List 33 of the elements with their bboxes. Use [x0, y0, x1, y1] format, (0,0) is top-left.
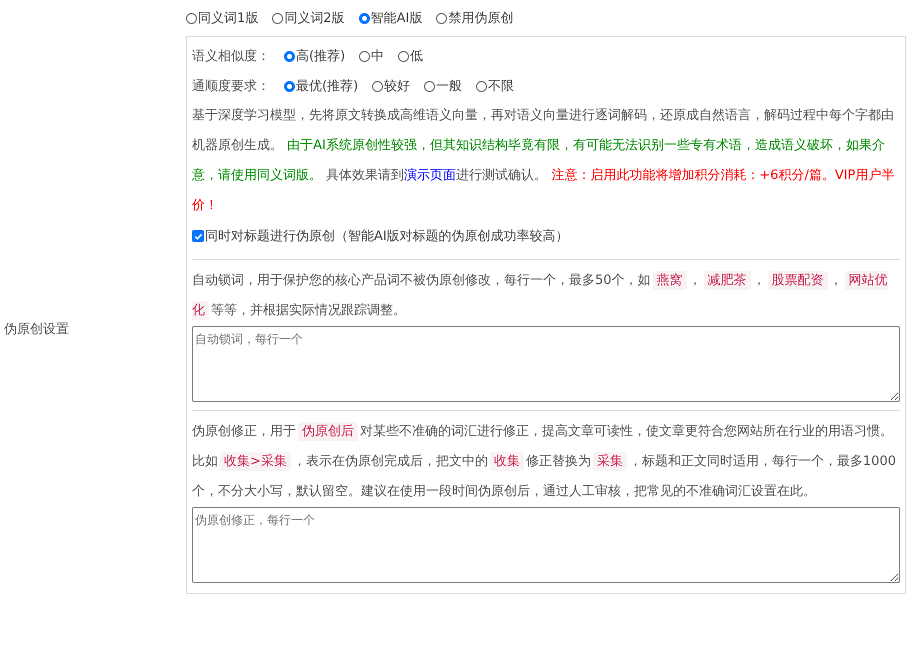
radio-icon[interactable] [284, 80, 295, 92]
radio-icon[interactable] [436, 12, 448, 24]
radio-option[interactable]: 高(推荐) [284, 47, 346, 65]
mode-option[interactable]: 禁用伪原创 [436, 9, 514, 27]
demo-page-link[interactable]: 演示页面 [404, 168, 456, 183]
settings-label: 伪原创设置 [4, 321, 69, 338]
fluency-label: 通顺度要求： [192, 78, 270, 95]
radio-icon[interactable] [476, 80, 488, 92]
lock-words-field[interactable]: 自动锁词，每行一个 [192, 326, 900, 402]
checkbox-icon[interactable] [192, 230, 204, 242]
radio-option[interactable]: 最优(推荐) [284, 77, 358, 95]
radio-option[interactable]: 低 [398, 47, 424, 65]
ai-description: 基于深度学习模型，先将原文转换成高维语义向量，再对语义向量进行逐词解码，还原成自然语言，解码过程中每个字都由机器原创生成。 由于AI系统原创性较强，但其知识结构毕竟有限，有可能无法识别一些专有术语，造成语义破坏，如果介意，请使用同义词版。 具体效果请到演示页面进行测试确认。 注意：启用此功能将增加积分消耗：+6积分/篇。VIP用户半价！ [192, 107, 896, 215]
radio-option[interactable]: 不限 [476, 77, 514, 95]
radio-icon[interactable] [186, 12, 197, 24]
radio-icon[interactable] [372, 80, 384, 92]
radio-option[interactable]: 较好 [372, 77, 410, 95]
radio-icon[interactable] [358, 12, 370, 24]
radio-icon[interactable] [284, 50, 295, 62]
radio-icon[interactable] [424, 80, 436, 92]
similarity-label: 语义相似度： [192, 48, 270, 65]
lock-words-description: 自动锁词，用于保护您的核心产品词不被伪原创修改，每行一个，最多50个，如 燕窝 ， 减肥茶 ， 股票配资 ， 网站优化 等等，并根据实际情况跟踪调整。 [192, 270, 889, 322]
radio-icon[interactable] [398, 50, 410, 62]
correction-field[interactable]: 伪原创修正，每行一个 [192, 507, 900, 583]
correction-description: 伪原创修正，用于 伪原创后 对某些不准确的词汇进行修正，提高文章可读性，使文章更符合您网站所在行业的用语习惯。比如 收集>采集 ，表示在伪原创完成后，把文中的 收集 修正替换为 采集 ，标题和正文同时适用，每行一个，最多1000个，不分大小写，默认留空。建议在使用一段时间伪原创后，通过人工审核，把常见的不准确词汇设置在此。 [192, 421, 897, 501]
mode-option[interactable]: 同义词1版 [186, 9, 258, 27]
radio-icon[interactable] [359, 50, 370, 62]
radio-icon[interactable] [272, 12, 284, 24]
mode-option[interactable]: 同义词2版 [272, 9, 345, 27]
radio-option[interactable]: 一般 [424, 77, 462, 95]
title-checkbox-option[interactable]: 同时对标题进行伪原创（智能AI版对标题的伪原创成功率较高） [192, 227, 569, 245]
radio-option[interactable]: 中 [359, 47, 384, 65]
mode-option[interactable]: 智能AI版 [358, 9, 422, 27]
